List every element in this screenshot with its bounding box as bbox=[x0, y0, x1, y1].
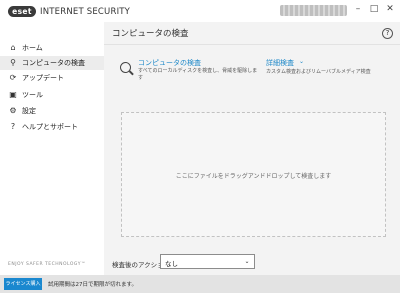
chevron-down-icon[interactable]: ⌄ bbox=[299, 58, 304, 65]
help-icon: ? bbox=[10, 122, 16, 131]
sidebar-item-label: アップデート bbox=[22, 74, 64, 82]
app-title: INTERNET SECURITY bbox=[40, 7, 131, 17]
sidebar-item-label: コンピュータの検査 bbox=[22, 59, 85, 67]
sidebar-item-home[interactable]: ⌂ ホーム bbox=[0, 41, 104, 55]
file-drop-zone[interactable]: ここにファイルをドラッグアンドドロップして検査します bbox=[121, 112, 386, 237]
eset-logo: eset bbox=[8, 6, 36, 17]
advanced-scan-description: カスタム検査およびリムーバブルメディア検査 bbox=[266, 69, 371, 75]
tagline: ENJOY SAFER TECHNOLOGY™ bbox=[8, 262, 86, 267]
computer-scan-title[interactable]: コンピュータの検査 bbox=[138, 58, 201, 68]
sidebar-item-label: ホーム bbox=[22, 44, 43, 52]
sidebar-item-computer-scan[interactable]: ⚲ コンピュータの検査 bbox=[0, 56, 104, 70]
buy-license-button[interactable]: ライセンス購入 bbox=[4, 278, 42, 290]
help-icon[interactable]: ? bbox=[382, 28, 393, 39]
divider bbox=[104, 44, 400, 45]
title-bar: eset INTERNET SECURITY – □ ✕ bbox=[0, 0, 400, 22]
chevron-down-icon: ⌄ bbox=[244, 258, 250, 265]
sidebar-item-help-support[interactable]: ? ヘルプとサポート bbox=[0, 120, 104, 134]
briefcase-icon: ▣ bbox=[9, 90, 17, 99]
search-icon: ⚲ bbox=[10, 58, 16, 67]
select-value: なし bbox=[165, 260, 178, 268]
computer-scan-link[interactable]: コンピュータの検査 すべてのローカルディスクを検査し、脅威を駆除します bbox=[120, 58, 257, 86]
refresh-icon: ⟳ bbox=[9, 73, 17, 82]
sidebar-item-update[interactable]: ⟳ アップデート bbox=[0, 71, 104, 85]
maximize-button[interactable]: □ bbox=[368, 3, 380, 15]
magnifier-icon bbox=[120, 62, 131, 73]
sidebar-item-tools[interactable]: ▣ ツール bbox=[0, 88, 104, 102]
post-scan-action-select[interactable]: なし ⌄ bbox=[160, 254, 255, 269]
gear-icon: ⚙ bbox=[9, 106, 17, 115]
sidebar-item-label: ツール bbox=[22, 91, 43, 99]
advanced-scan-link[interactable]: 詳細検査 ⌄ カスタム検査およびリムーバブルメディア検査 bbox=[266, 58, 394, 78]
trial-status-text: 試用期間は27日で期限が切れます。 bbox=[48, 282, 137, 288]
user-account-chip[interactable] bbox=[280, 5, 347, 16]
status-bar: ライセンス購入 試用期間は27日で期限が切れます。 bbox=[0, 275, 400, 293]
advanced-scan-title[interactable]: 詳細検査 bbox=[266, 58, 294, 68]
sidebar: ⌂ ホーム ⚲ コンピュータの検査 ⟳ アップデート ▣ ツール ⚙ 設定 ? … bbox=[0, 22, 104, 275]
main-panel: コンピュータの検査 ? コンピュータの検査 すべてのローカルディスクを検査し、脅… bbox=[104, 22, 400, 275]
sidebar-item-label: ヘルプとサポート bbox=[22, 123, 78, 131]
close-button[interactable]: ✕ bbox=[384, 3, 396, 15]
computer-scan-description: すべてのローカルディスクを検査し、脅威を駆除します bbox=[138, 68, 258, 81]
sidebar-item-label: 設定 bbox=[22, 107, 36, 115]
drop-zone-hint: ここにファイルをドラッグアンドドロップして検査します bbox=[175, 173, 332, 180]
home-icon: ⌂ bbox=[10, 43, 16, 52]
minimize-button[interactable]: – bbox=[352, 3, 364, 15]
sidebar-item-settings[interactable]: ⚙ 設定 bbox=[0, 104, 104, 118]
page-title: コンピュータの検査 bbox=[112, 29, 189, 39]
